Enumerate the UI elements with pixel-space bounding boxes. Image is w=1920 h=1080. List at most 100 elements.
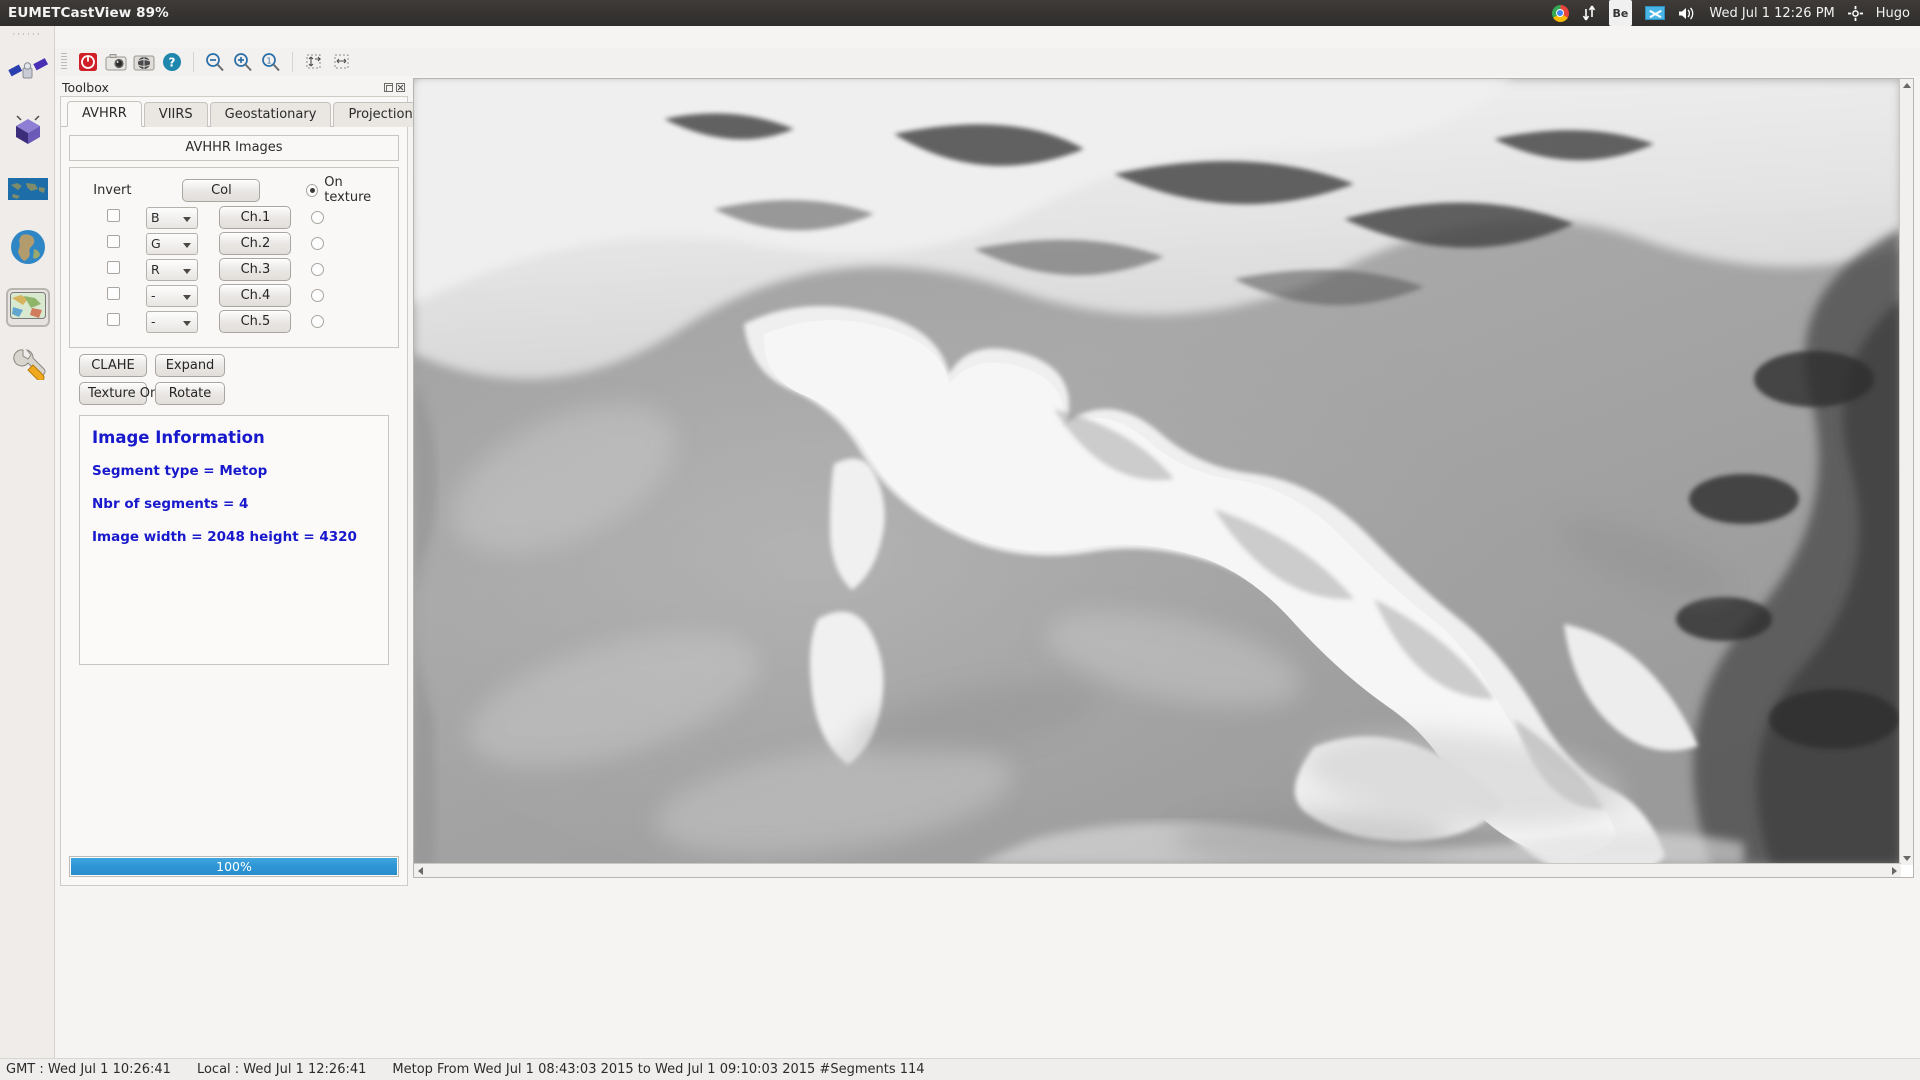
color-select-ch2-value: G (151, 236, 161, 251)
launcher-item-globe[interactable] (0, 220, 55, 278)
power-quit-icon[interactable] (75, 50, 101, 74)
satellite-box-icon (9, 114, 47, 152)
satellite-image-viewport[interactable] (413, 78, 1914, 878)
zoom-out-icon[interactable] (202, 50, 228, 74)
float-icon[interactable] (384, 82, 393, 92)
invert-checkbox-ch2[interactable] (106, 235, 120, 248)
launcher-item-satellite[interactable] (0, 46, 55, 104)
globe-icon (10, 229, 46, 269)
tab-viirs[interactable]: VIIRS (143, 102, 208, 127)
toolbar-separator (193, 52, 194, 72)
session-gear-icon[interactable] (1847, 0, 1863, 26)
invert-checkbox-ch4[interactable] (106, 287, 120, 300)
channel-radio-ch4[interactable] (310, 289, 324, 302)
color-select-ch5-value: - (151, 314, 156, 329)
launcher-item-tools[interactable] (0, 336, 55, 394)
info-image-dimensions: Image width = 2048 height = 4320 (92, 529, 357, 545)
launcher-item-world-map[interactable] (0, 162, 55, 220)
channel-row: - Ch.5 (80, 309, 388, 334)
chevron-down-icon (183, 242, 192, 248)
texture-on-button[interactable]: Texture On (79, 382, 158, 405)
invert-checkbox-ch3[interactable] (106, 261, 120, 274)
scroll-right-arrow-icon[interactable] (1892, 867, 1897, 875)
chevron-down-icon (183, 294, 192, 300)
color-select-ch3[interactable]: R (146, 258, 199, 281)
vertical-scrollbar[interactable] (1899, 79, 1913, 865)
rotate-button[interactable]: Rotate (155, 382, 225, 405)
toolbar-separator-2 (292, 52, 293, 72)
color-select-ch1[interactable]: B (146, 206, 199, 229)
color-select-ch4[interactable]: - (146, 284, 199, 307)
volume-icon[interactable] (1678, 0, 1696, 26)
color-select-ch1-value: B (151, 210, 160, 225)
progress-bar-fill: 100% (71, 858, 397, 875)
channel-radio-ch1[interactable] (310, 211, 324, 224)
color-select-ch3-value: R (151, 262, 160, 277)
status-bar: GMT : Wed Jul 1 10:26:41 Local : Wed Jul… (0, 1058, 1920, 1080)
toolbox-title: Toolbox (62, 79, 109, 95)
mail-icon[interactable] (1645, 0, 1666, 26)
toolbar-grip[interactable] (61, 53, 67, 71)
chrome-icon[interactable] (1551, 0, 1569, 26)
scroll-down-arrow-icon[interactable] (1903, 856, 1911, 861)
toolbox-panel: Toolbox AVHRR VIIRS Geostationary Projec… (60, 78, 435, 888)
channel-button-ch3[interactable]: Ch.3 (219, 258, 292, 281)
launcher-item-satellite-box[interactable] (0, 104, 55, 162)
svg-text:?: ? (169, 56, 176, 70)
fit-height-icon[interactable] (301, 50, 327, 74)
invert-column-label: Invert (93, 182, 132, 198)
be-indicator[interactable]: Be (1608, 0, 1633, 26)
launcher-grip: ······ (12, 30, 42, 40)
camera-icon[interactable] (103, 50, 129, 74)
fit-width-icon[interactable] (329, 50, 355, 74)
status-segment-info: Metop From Wed Jul 1 08:43:03 2015 to We… (392, 1062, 925, 1077)
help-icon[interactable]: ? (159, 50, 185, 74)
col-button[interactable]: Col (182, 178, 261, 202)
channel-table: Invert Col On texture B Ch.1 G Ch.2 R Ch… (70, 168, 398, 347)
horizontal-scrollbar[interactable] (414, 863, 1901, 877)
username[interactable]: Hugo (1876, 0, 1910, 26)
invert-checkbox-ch5[interactable] (106, 313, 120, 326)
channel-radio-ch2[interactable] (310, 237, 324, 250)
satellite-image[interactable] (414, 79, 1901, 865)
unity-launcher: ······ (0, 26, 55, 1060)
on-texture-radio[interactable] (306, 183, 319, 197)
channel-button-ch2[interactable]: Ch.2 (219, 232, 292, 255)
scroll-up-arrow-icon[interactable] (1903, 83, 1911, 88)
clahe-button[interactable]: CLAHE (79, 354, 147, 377)
status-local: Local : Wed Jul 1 12:26:41 (196, 1062, 367, 1077)
svg-text:1: 1 (266, 57, 271, 66)
channel-button-ch5[interactable]: Ch.5 (219, 310, 292, 333)
channel-row: R Ch.3 (80, 257, 388, 282)
globe-snapshot-icon[interactable] (131, 50, 157, 74)
info-segment-type: Segment type = Metop (92, 463, 268, 479)
color-select-ch2[interactable]: G (146, 232, 199, 255)
close-icon[interactable] (396, 82, 405, 92)
clock[interactable]: Wed Jul 1 12:26 PM (1709, 0, 1834, 26)
tab-geostationary[interactable]: Geostationary (209, 102, 332, 127)
expand-button[interactable]: Expand (155, 354, 225, 377)
launcher-item-map-viewer[interactable] (0, 278, 55, 336)
channel-radio-ch5[interactable] (310, 315, 324, 328)
status-gmt: GMT : Wed Jul 1 10:26:41 (6, 1062, 171, 1077)
sync-arrows-icon[interactable] (1582, 0, 1596, 26)
chevron-down-icon (183, 268, 192, 274)
action-buttons: CLAHE Expand Texture On Rotate (69, 348, 399, 405)
scroll-left-arrow-icon[interactable] (418, 867, 423, 875)
application-window: ? 1 Toolbox AVHRR VIIRS Geostationary Pr… (55, 48, 1920, 1068)
info-nbr-segments: Nbr of segments = 4 (92, 496, 249, 512)
zoom-one-to-one-icon[interactable]: 1 (258, 50, 284, 74)
toolbox-titlebar[interactable]: Toolbox (60, 78, 408, 96)
channel-button-ch4[interactable]: Ch.4 (219, 284, 292, 307)
channel-button-ch1[interactable]: Ch.1 (219, 206, 292, 229)
avhrr-images-group-title: AVHHR Images (69, 135, 399, 161)
channel-radio-ch3[interactable] (310, 263, 324, 276)
channel-row: B Ch.1 (80, 205, 388, 230)
tab-avhrr[interactable]: AVHRR (67, 101, 142, 127)
progress-bar: 100% (69, 856, 399, 877)
invert-checkbox-ch1[interactable] (106, 209, 120, 222)
zoom-in-icon[interactable] (230, 50, 256, 74)
wrench-icon (9, 346, 47, 384)
color-select-ch5[interactable]: - (146, 310, 199, 333)
channel-row: - Ch.4 (80, 283, 388, 308)
